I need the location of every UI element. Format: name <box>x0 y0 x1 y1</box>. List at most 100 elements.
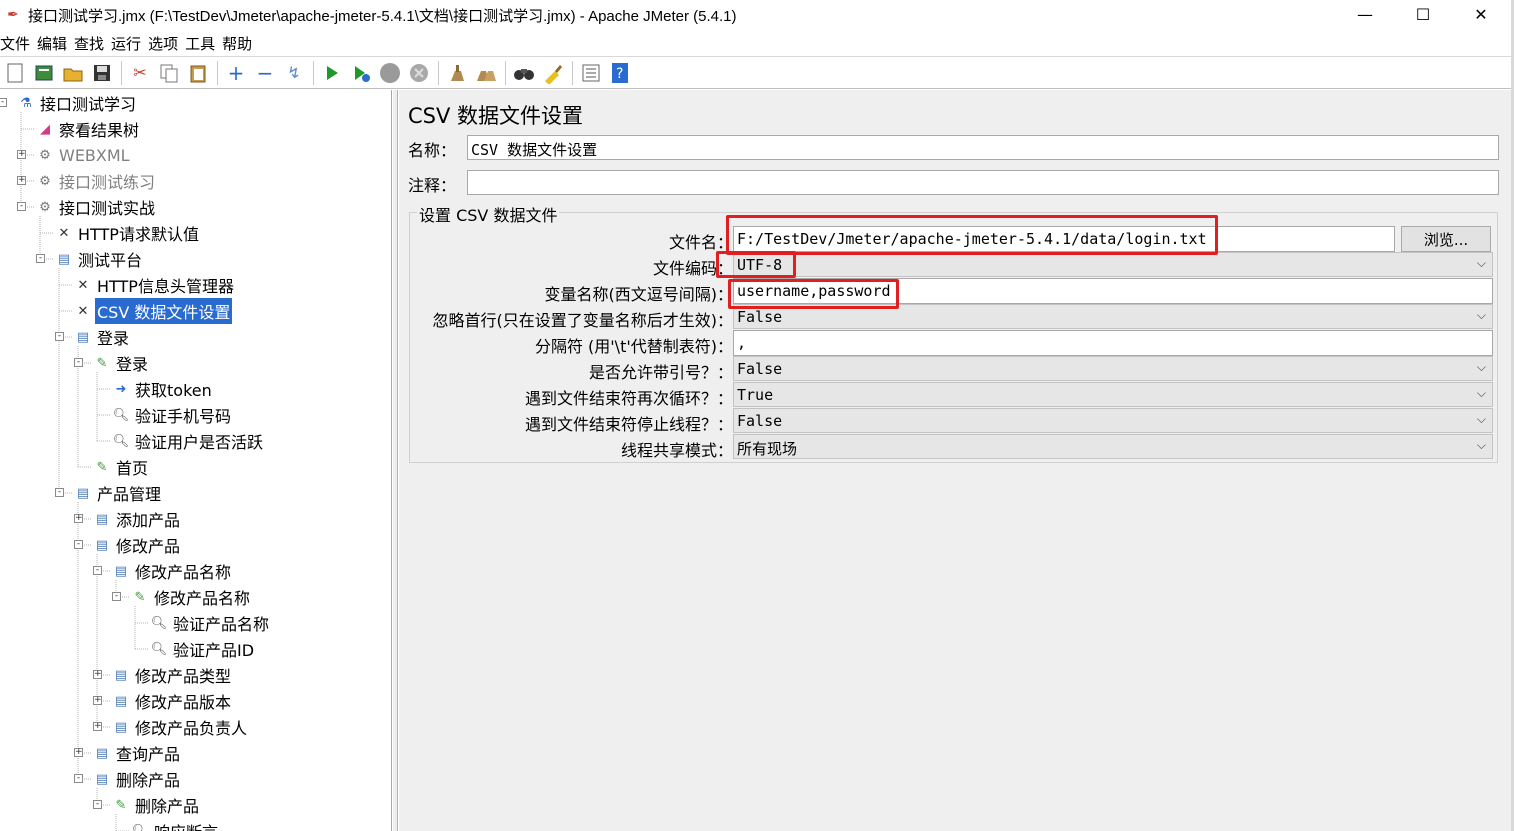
csv-field-select[interactable]: False ⌵ <box>733 408 1493 433</box>
csv-field-input[interactable]: , <box>733 330 1493 356</box>
collapse-node-icon[interactable]: - <box>112 592 121 601</box>
tree-node[interactable]: - ✎ 删除产品 <box>93 793 201 817</box>
expand-node-icon[interactable]: + <box>74 748 83 757</box>
split-pane-divider[interactable] <box>393 90 398 831</box>
start-no-pause-icon[interactable] <box>348 60 374 86</box>
collapse-icon[interactable]: − <box>252 60 278 86</box>
tree-node[interactable]: ✕ CSV 数据文件设置 <box>73 298 233 324</box>
collapse-node-icon[interactable]: - <box>36 254 45 263</box>
tree-node[interactable]: 🔍︎ 验证产品ID <box>149 637 256 661</box>
clear-icon[interactable] <box>444 60 470 86</box>
menu-help[interactable]: 帮助 <box>222 31 256 55</box>
collapse-node-icon[interactable]: - <box>17 202 26 211</box>
csv-field-select[interactable]: False ⌵ <box>733 304 1493 329</box>
name-field[interactable]: CSV 数据文件设置 <box>467 135 1499 160</box>
tree-node[interactable]: ✎ 首页 <box>92 455 150 479</box>
csv-field-select[interactable]: True ⌵ <box>733 382 1493 407</box>
expand-icon[interactable]: + <box>223 60 249 86</box>
new-icon[interactable] <box>2 60 28 86</box>
collapse-node-icon[interactable]: - <box>93 800 102 809</box>
tree-node[interactable]: ✕ HTTP信息头管理器 <box>73 273 236 297</box>
tree-node[interactable]: + ▤ 修改产品负责人 <box>93 715 249 739</box>
tree-node[interactable]: ➜ 获取token <box>111 377 214 401</box>
tree-node[interactable]: + ▤ 修改产品类型 <box>93 663 233 687</box>
chevron-down-icon[interactable]: ⌵ <box>1477 412 1486 427</box>
csv-field-select[interactable]: 所有现场 ⌵ <box>733 434 1493 459</box>
minimize-button[interactable]: — <box>1336 0 1394 28</box>
paste-icon[interactable] <box>185 60 211 86</box>
expand-node-icon[interactable]: + <box>93 696 102 705</box>
expand-node-icon[interactable]: + <box>17 176 26 185</box>
collapse-node-icon[interactable]: - <box>93 566 102 575</box>
csv-field-label-box: 变量名称(西文逗号间隔)： <box>411 278 734 304</box>
tree-node[interactable]: - ▤ 删除产品 <box>74 767 182 791</box>
start-icon[interactable] <box>319 60 345 86</box>
chevron-down-icon[interactable]: ⌵ <box>1477 438 1486 453</box>
comment-field[interactable] <box>467 170 1499 195</box>
tree-node[interactable]: + ▤ 添加产品 <box>74 507 182 531</box>
clear-all-icon[interactable] <box>473 60 499 86</box>
csv-field-select[interactable]: False ⌵ <box>733 356 1493 381</box>
chevron-down-icon[interactable]: ⌵ <box>1477 256 1486 271</box>
menu-tools[interactable]: 工具 <box>185 31 219 55</box>
expand-node-icon[interactable]: + <box>17 150 26 159</box>
tree-node[interactable]: 🔍︎响应断言 <box>130 819 220 831</box>
tree-node[interactable]: 🔍︎ 验证手机号码 <box>111 403 233 427</box>
tree-node[interactable]: + ▤ 查询产品 <box>74 741 182 765</box>
search-icon[interactable] <box>511 60 537 86</box>
help-icon[interactable]: ? <box>607 60 633 86</box>
tree-node[interactable]: ✕ HTTP请求默认值 <box>54 221 201 245</box>
tree-node[interactable]: + ▤ 修改产品版本 <box>93 689 233 713</box>
expand-node-icon[interactable]: + <box>93 722 102 731</box>
maximize-button[interactable]: ☐ <box>1394 0 1452 28</box>
open-icon[interactable] <box>60 60 86 86</box>
csv-field-input[interactable]: F:/TestDev/Jmeter/apache-jmeter-5.4.1/da… <box>733 226 1395 252</box>
test-plan-tree[interactable]: - ⚗ 接口测试学习 ◢ 察看结果树 + ⚙ WEBXML + ⚙ 接口测试练习 - ⚙ 接口测试实战 ✕ H… <box>0 90 392 831</box>
collapse-node-icon[interactable]: - <box>74 358 83 367</box>
tree-node[interactable]: + ⚙ 接口测试练习 <box>17 169 157 193</box>
collapse-node-icon[interactable]: - <box>55 332 64 341</box>
tree-node[interactable]: - ▤ 测试平台 <box>36 247 144 271</box>
tree-node[interactable]: - ⚙ 接口测试实战 <box>17 195 157 219</box>
menu-file[interactable]: 文件 <box>0 31 34 55</box>
tree-node[interactable]: - ✎ 修改产品名称 <box>112 585 252 609</box>
chevron-down-icon[interactable]: ⌵ <box>1477 360 1486 375</box>
reset-search-icon[interactable] <box>540 60 566 86</box>
stop-icon[interactable] <box>377 60 403 86</box>
chevron-down-icon[interactable]: ⌵ <box>1477 386 1486 401</box>
controller-icon: ▤ <box>95 745 109 761</box>
tree-node[interactable]: - ▤ 修改产品 <box>74 533 182 557</box>
tree-node[interactable]: - ▤ 修改产品名称 <box>93 559 233 583</box>
tree-node[interactable]: - ✎ 登录 <box>74 351 150 375</box>
tree-node[interactable]: - ▤ 登录 <box>55 325 131 349</box>
collapse-node-icon[interactable]: - <box>0 98 7 107</box>
templates-icon[interactable] <box>31 60 57 86</box>
copy-icon[interactable] <box>156 60 182 86</box>
tree-node[interactable]: 🔍︎ 验证产品名称 <box>149 611 271 635</box>
menu-edit[interactable]: 编辑 <box>37 31 71 55</box>
collapse-node-icon[interactable]: - <box>55 488 64 497</box>
function-helper-icon[interactable] <box>578 60 604 86</box>
save-icon[interactable] <box>89 60 115 86</box>
shutdown-icon[interactable] <box>406 60 432 86</box>
tree-node[interactable]: - ▤ 产品管理 <box>55 481 163 505</box>
csv-field-select[interactable]: UTF-8 ⌵ <box>733 252 1493 277</box>
menu-run[interactable]: 运行 <box>111 31 145 55</box>
csv-field-input[interactable]: username,password <box>733 278 1493 304</box>
collapse-node-icon[interactable]: - <box>74 540 83 549</box>
expand-node-icon[interactable]: + <box>93 670 102 679</box>
browse-button[interactable]: 浏览... <box>1401 226 1491 252</box>
tree-node[interactable]: + ⚙ WEBXML <box>17 143 132 167</box>
cut-icon[interactable]: ✂ <box>127 60 153 86</box>
tree-node[interactable]: - ⚗ 接口测试学习 <box>0 91 138 115</box>
expand-node-icon[interactable]: + <box>74 514 83 523</box>
menu-options[interactable]: 选项 <box>148 31 182 55</box>
tree-node[interactable]: 🔍︎ 验证用户是否活跃 <box>111 429 265 453</box>
controller-icon: ▤ <box>114 719 128 735</box>
close-button[interactable]: ✕ <box>1452 0 1510 28</box>
tree-node[interactable]: ◢ 察看结果树 <box>35 117 141 141</box>
collapse-node-icon[interactable]: - <box>74 774 83 783</box>
menu-search[interactable]: 查找 <box>74 31 108 55</box>
chevron-down-icon[interactable]: ⌵ <box>1477 308 1486 323</box>
toggle-icon[interactable]: ↯ <box>281 60 307 86</box>
